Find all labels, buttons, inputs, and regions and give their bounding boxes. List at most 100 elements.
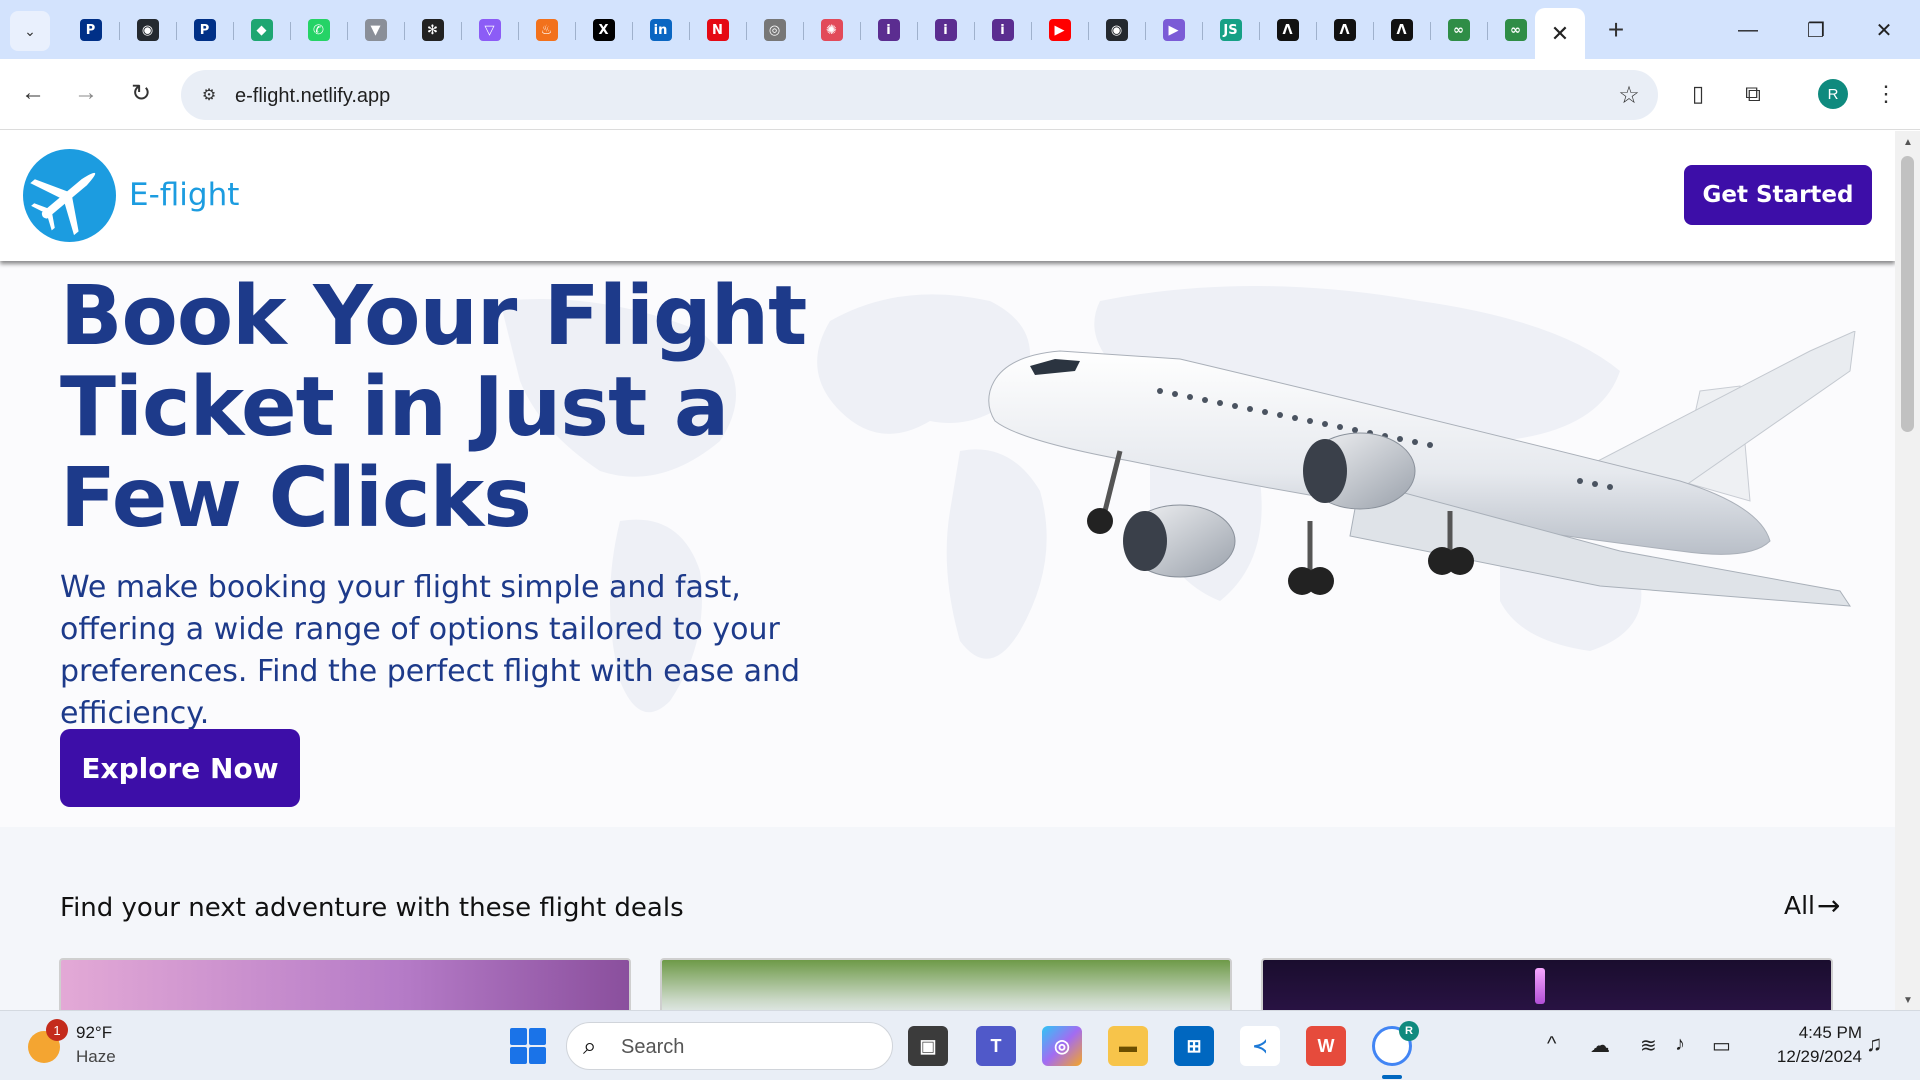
indeed-2-icon: i bbox=[934, 19, 957, 41]
scroll-down-arrow-icon[interactable]: ▼ bbox=[1903, 995, 1913, 1006]
back-button[interactable]: ← bbox=[13, 73, 53, 113]
pinned-tab-x[interactable]: X bbox=[575, 13, 632, 47]
reading-mode-icon[interactable]: ▯ bbox=[1680, 76, 1716, 112]
forward-button[interactable]: → bbox=[66, 73, 106, 113]
wifi-icon[interactable]: ≋ bbox=[1640, 1033, 1657, 1058]
volume-icon[interactable]: ♪ bbox=[1675, 1033, 1685, 1056]
onedrive-icon[interactable]: ☁ bbox=[1590, 1033, 1610, 1058]
plane-logo-icon[interactable] bbox=[23, 149, 116, 242]
search-placeholder[interactable]: Search bbox=[621, 1036, 684, 1059]
active-tab[interactable]: ✕ bbox=[1535, 8, 1585, 59]
hero-subtext: We make booking your flight simple and f… bbox=[60, 570, 801, 731]
deals-all-link[interactable]: All → bbox=[1784, 889, 1840, 922]
show-hidden-icons-icon[interactable]: ^ bbox=[1547, 1033, 1556, 1056]
time: 4:45 PM bbox=[1798, 1023, 1862, 1042]
pinned-tab-instagram[interactable]: ◎ bbox=[746, 13, 803, 47]
minimize-button[interactable]: — bbox=[1728, 12, 1768, 48]
tab-search-button[interactable]: ⌄ bbox=[10, 11, 50, 51]
teams-icon[interactable]: T bbox=[976, 1026, 1016, 1066]
pinned-tab-whatsapp[interactable]: ✆ bbox=[290, 13, 347, 47]
notifications-bell-icon[interactable]: ♫ bbox=[1866, 1031, 1883, 1057]
brand-name[interactable]: E-flight bbox=[129, 177, 239, 213]
vscode-icon[interactable]: ≺ bbox=[1240, 1026, 1280, 1066]
close-window-button[interactable]: ✕ bbox=[1864, 12, 1904, 48]
pinned-tabs: P ◉ P ◆ ✆ ▼ ✻ ▽ ♨ Xin N ◎ ✺ i i i ▶ ◉ ▶ JS Λ Λ Λ ∞ ∞ bbox=[62, 13, 1544, 47]
pinned-tab-chatgpt[interactable]: ✻ bbox=[404, 13, 461, 47]
pinned-tab-youtube[interactable]: ▶ bbox=[1031, 13, 1088, 47]
new-tab-button[interactable]: + bbox=[1598, 12, 1634, 48]
browser-toolbar: ← → ↻ ⚙ e-flight.netlify.app ☆ ▯ ⧉ R ⋮ bbox=[0, 59, 1920, 130]
wps-office-icon[interactable]: W bbox=[1306, 1026, 1346, 1066]
deal-card-2[interactable] bbox=[660, 958, 1232, 1010]
tower-light-icon bbox=[1535, 968, 1545, 1004]
microsoft-store-icon[interactable]: ⊞ bbox=[1174, 1026, 1214, 1066]
scroll-thumb[interactable] bbox=[1901, 156, 1914, 432]
task-view-icon[interactable]: ▣ bbox=[908, 1026, 948, 1066]
weather-condition[interactable]: Haze bbox=[76, 1047, 116, 1067]
gfg-2-icon: ∞ bbox=[1504, 19, 1527, 41]
devto-3-icon: Λ bbox=[1390, 19, 1413, 41]
site-info-icon[interactable]: ⚙ bbox=[193, 79, 225, 111]
deal-card-3[interactable] bbox=[1261, 958, 1833, 1010]
hero-headline: Book Your Flight Ticket in Just a Few Cl… bbox=[60, 269, 807, 546]
pinned-tab-vite[interactable]: ▽ bbox=[461, 13, 518, 47]
diamond-icon: ◆ bbox=[250, 19, 273, 41]
weather-temp[interactable]: 92°F bbox=[76, 1023, 112, 1043]
pinned-tab-octopus[interactable]: ✺ bbox=[803, 13, 860, 47]
address-bar[interactable]: ⚙ e-flight.netlify.app ☆ bbox=[181, 70, 1658, 120]
restore-button[interactable]: ❐ bbox=[1796, 12, 1836, 48]
pinned-tab-linkedin[interactable]: in bbox=[632, 13, 689, 47]
flame-icon: ♨ bbox=[535, 19, 558, 41]
scroll-up-arrow-icon[interactable]: ▲ bbox=[1903, 137, 1913, 148]
pinned-tab-javascript[interactable]: JS bbox=[1202, 13, 1259, 47]
pinned-tab-indeed-2[interactable]: i bbox=[917, 13, 974, 47]
bookmark-star-icon[interactable]: ☆ bbox=[1614, 80, 1644, 110]
pinned-tab-vector[interactable]: ▼ bbox=[347, 13, 404, 47]
pinned-tab-paypal-2[interactable]: P bbox=[176, 13, 233, 47]
start-button[interactable] bbox=[510, 1028, 546, 1064]
file-explorer-icon[interactable]: ▬ bbox=[1108, 1026, 1148, 1066]
pinned-tab-flame[interactable]: ♨ bbox=[518, 13, 575, 47]
pinned-tab-netflix[interactable]: N bbox=[689, 13, 746, 47]
deals-title: Find your next adventure with these flig… bbox=[60, 893, 684, 923]
windows-logo-icon bbox=[510, 1028, 527, 1045]
arrow-right-icon: → bbox=[1817, 889, 1841, 922]
all-label[interactable]: All bbox=[1784, 891, 1815, 920]
pinned-tab-gfg-1[interactable]: ∞ bbox=[1430, 13, 1487, 47]
copilot-icon[interactable]: ◎ bbox=[1042, 1026, 1082, 1066]
octopus-icon: ✺ bbox=[820, 19, 843, 41]
extensions-icon[interactable]: ⧉ bbox=[1735, 76, 1771, 112]
deal-card-1[interactable] bbox=[59, 958, 631, 1010]
close-icon[interactable]: ✕ bbox=[1551, 21, 1569, 47]
pinned-tab-diamond[interactable]: ◆ bbox=[233, 13, 290, 47]
javascript-icon: JS bbox=[1219, 19, 1242, 41]
menu-icon[interactable]: ⋮ bbox=[1868, 76, 1904, 112]
play-icon: ▶ bbox=[1162, 19, 1185, 41]
get-started-button[interactable]: Get Started bbox=[1684, 165, 1872, 225]
pinned-tab-github-2[interactable]: ◉ bbox=[1088, 13, 1145, 47]
x-icon: X bbox=[592, 19, 615, 41]
pinned-tab-devto-3[interactable]: Λ bbox=[1373, 13, 1430, 47]
pinned-tab-indeed-3[interactable]: i bbox=[974, 13, 1031, 47]
github-icon: ◉ bbox=[136, 19, 159, 41]
instagram-icon: ◎ bbox=[763, 19, 786, 41]
reload-button[interactable]: ↻ bbox=[121, 73, 161, 113]
pinned-tab-paypal[interactable]: P bbox=[62, 13, 119, 47]
pinned-tab-devto-1[interactable]: Λ bbox=[1259, 13, 1316, 47]
pinned-tab-github[interactable]: ◉ bbox=[119, 13, 176, 47]
pinned-tab-play[interactable]: ▶ bbox=[1145, 13, 1202, 47]
battery-icon[interactable]: ▭ bbox=[1712, 1033, 1731, 1058]
pinned-tab-indeed-1[interactable]: i bbox=[860, 13, 917, 47]
taskbar-search[interactable]: ⌕ Search bbox=[566, 1022, 893, 1070]
devto-2-icon: Λ bbox=[1333, 19, 1356, 41]
chevron-down-icon: ⌄ bbox=[24, 22, 36, 39]
indeed-1-icon: i bbox=[877, 19, 900, 41]
url-text[interactable]: e-flight.netlify.app bbox=[235, 85, 390, 108]
explore-now-button[interactable]: Explore Now bbox=[60, 729, 300, 807]
chrome-icon[interactable]: R bbox=[1372, 1021, 1419, 1066]
pinned-tab-devto-2[interactable]: Λ bbox=[1316, 13, 1373, 47]
chatgpt-icon: ✻ bbox=[421, 19, 444, 41]
page-scrollbar[interactable]: ▲ ▼ bbox=[1895, 131, 1920, 1010]
profile-avatar[interactable]: R bbox=[1818, 79, 1848, 109]
clock[interactable]: 4:45 PM 12/29/2024 bbox=[1762, 1021, 1862, 1069]
